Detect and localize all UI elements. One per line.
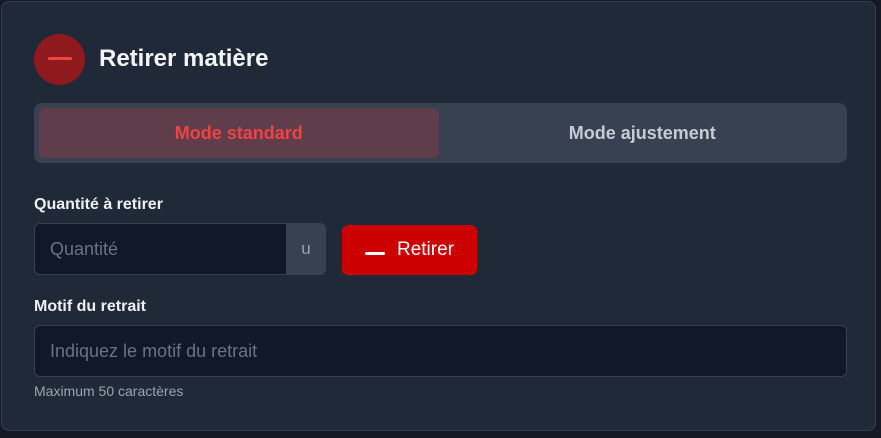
page-title: Retirer matière bbox=[99, 45, 269, 72]
remove-material-card: Retirer matière Mode standard Mode ajust… bbox=[1, 1, 876, 431]
minus-icon bbox=[364, 239, 385, 261]
mode-tabs: Mode standard Mode ajustement bbox=[34, 103, 847, 163]
quantity-input[interactable] bbox=[34, 223, 286, 275]
retirer-button[interactable]: Retirer bbox=[342, 225, 477, 275]
motif-hint: Maximum 50 caractères bbox=[34, 383, 184, 399]
card-header: Retirer matière bbox=[34, 33, 268, 85]
motif-label: Motif du retrait bbox=[34, 298, 146, 315]
quantity-group: u bbox=[34, 223, 326, 275]
unit-badge: u bbox=[286, 223, 326, 275]
retirer-button-label: Retirer bbox=[396, 239, 454, 260]
quantity-label: Quantité à retirer bbox=[34, 196, 163, 213]
tab-mode-ajustement[interactable]: Mode ajustement bbox=[443, 108, 843, 158]
minus-icon bbox=[34, 33, 85, 85]
motif-input[interactable] bbox=[34, 325, 847, 377]
tab-mode-standard[interactable]: Mode standard bbox=[39, 108, 439, 158]
